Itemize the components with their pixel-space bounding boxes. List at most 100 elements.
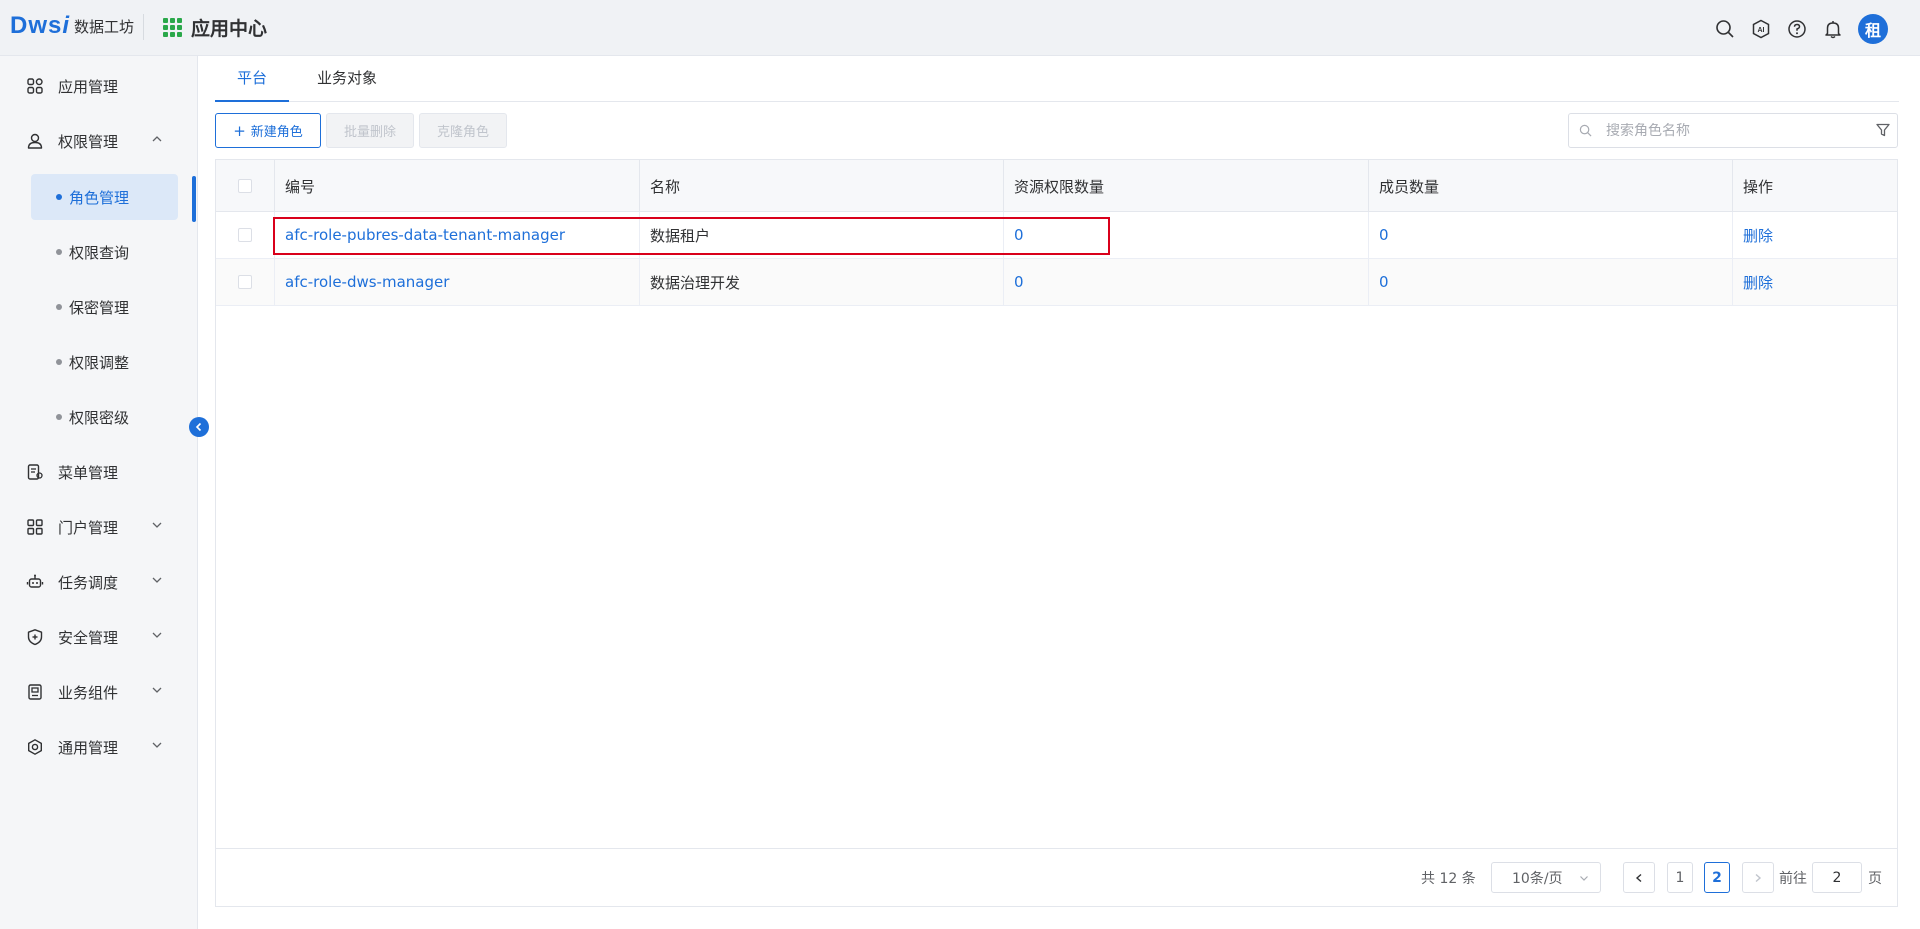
chevron-down-icon xyxy=(152,522,162,528)
sidebar-item-menu-management[interactable]: 菜单管理 xyxy=(0,450,198,494)
row-checkbox[interactable] xyxy=(238,275,252,289)
select-all-checkbox[interactable] xyxy=(238,179,252,193)
sidebar-item-label: 通用管理 xyxy=(58,738,119,757)
sidebar-subitem-role-management[interactable]: 角色管理 xyxy=(31,174,178,220)
row-checkbox-cell xyxy=(216,212,275,258)
search-icon[interactable] xyxy=(1714,18,1736,40)
table-row[interactable]: afc-role-pubres-data-tenant-manager 数据租户… xyxy=(216,212,1897,259)
sidebar-subitem-secrecy-management[interactable]: 保密管理 xyxy=(31,284,178,330)
header-divider xyxy=(143,14,144,40)
user-avatar[interactable]: 租 xyxy=(1858,14,1888,44)
delete-link[interactable]: 删除 xyxy=(1733,259,1897,305)
page-button-2[interactable]: 2 xyxy=(1704,862,1730,893)
sidebar-subitem-permission-adjust[interactable]: 权限调整 xyxy=(31,339,178,385)
new-role-button[interactable]: + 新建角色 xyxy=(215,113,321,148)
prev-page-button[interactable] xyxy=(1623,862,1655,893)
app-grid-icon xyxy=(163,17,183,38)
roles-table: 编号 名称 资源权限数量 成员数量 操作 afc-role-pubres-dat… xyxy=(215,159,1898,907)
help-icon[interactable] xyxy=(1786,18,1808,40)
ai-icon[interactable]: AI xyxy=(1750,18,1772,40)
sidebar-subitem-label: 权限密级 xyxy=(69,408,130,427)
new-role-label: 新建角色 xyxy=(250,125,303,140)
delete-link[interactable]: 删除 xyxy=(1733,212,1897,258)
role-name: 数据治理开发 xyxy=(640,259,1004,305)
member-count-link[interactable]: 0 xyxy=(1369,259,1733,305)
sidebar-item-general-management[interactable]: 通用管理 xyxy=(0,725,198,769)
plus-icon: + xyxy=(233,121,246,140)
pagination: 共 12 条 10条/页 1 2 前往 2 页 xyxy=(216,848,1897,906)
bullet-dot xyxy=(56,304,62,310)
member-count-link[interactable]: 0 xyxy=(1369,212,1733,258)
chevron-down-icon xyxy=(1580,875,1588,881)
column-header-resource-count[interactable]: 资源权限数量 xyxy=(1004,160,1369,212)
page-button-1[interactable]: 1 xyxy=(1667,862,1693,893)
role-name: 数据租户 xyxy=(640,212,1004,258)
table-header: 编号 名称 资源权限数量 成员数量 操作 xyxy=(216,160,1897,212)
filter-icon[interactable] xyxy=(1875,122,1891,138)
sidebar-item-label: 门户管理 xyxy=(58,518,119,537)
sidebar-collapse-button[interactable] xyxy=(189,417,209,437)
chevron-down-icon xyxy=(152,687,162,693)
page-size-select[interactable]: 10条/页 xyxy=(1491,862,1601,893)
sidebar-item-portal-management[interactable]: 门户管理 xyxy=(0,505,198,549)
component-icon xyxy=(28,684,42,700)
search-icon xyxy=(1579,124,1592,137)
select-all-cell xyxy=(216,160,275,212)
tab-platform[interactable]: 平台 xyxy=(215,56,289,102)
bullet-dot xyxy=(56,249,62,255)
tab-business-object[interactable]: 业务对象 xyxy=(311,56,383,102)
goto-page-input[interactable]: 2 xyxy=(1812,862,1862,893)
sidebar-item-label: 任务调度 xyxy=(58,573,119,592)
sidebar-subitem-label: 角色管理 xyxy=(69,188,130,207)
table-row[interactable]: afc-role-dws-manager 数据治理开发 0 0 删除 xyxy=(216,259,1897,306)
apps-icon xyxy=(27,78,43,94)
sidebar-item-task-scheduling[interactable]: 任务调度 xyxy=(0,560,198,604)
portal-icon xyxy=(27,519,43,535)
app-center-title: 应用中心 xyxy=(191,18,268,40)
sidebar-item-label: 应用管理 xyxy=(58,77,119,96)
sidebar-active-indicator xyxy=(192,176,196,222)
row-checkbox-cell xyxy=(216,259,275,305)
next-page-button[interactable] xyxy=(1742,862,1774,893)
svg-text:AI: AI xyxy=(1758,27,1765,34)
logo-mark: Dwsi xyxy=(10,12,71,39)
bell-icon[interactable] xyxy=(1822,18,1844,40)
chevron-down-icon xyxy=(152,632,162,638)
menu-doc-icon xyxy=(27,464,43,480)
chevron-left-icon xyxy=(195,422,202,432)
chevron-right-icon xyxy=(1755,873,1762,882)
sidebar-item-security-management[interactable]: 安全管理 xyxy=(0,615,198,659)
sidebar-subitem-label: 权限调整 xyxy=(69,353,130,372)
resource-count-link[interactable]: 0 xyxy=(1004,259,1369,305)
column-header-name[interactable]: 名称 xyxy=(640,160,1004,212)
sidebar-item-business-components[interactable]: 业务组件 xyxy=(0,670,198,714)
tab-bar: 平台 业务对象 xyxy=(215,56,1899,102)
app-center-button[interactable]: 应用中心 xyxy=(163,14,267,41)
total-count: 共 12 条 xyxy=(1421,870,1476,887)
sidebar: 应用管理 权限管理 角色管理 权限查询 保密管理 权限调整 权限密级 菜单管理 … xyxy=(0,56,198,929)
sidebar-item-label: 菜单管理 xyxy=(58,463,119,482)
batch-delete-button[interactable]: 批量删除 xyxy=(326,113,414,148)
sidebar-item-app-management[interactable]: 应用管理 xyxy=(0,64,198,108)
robot-icon xyxy=(26,574,44,588)
resource-count-link[interactable]: 0 xyxy=(1004,212,1369,258)
sidebar-item-label: 安全管理 xyxy=(58,628,119,647)
column-header-actions: 操作 xyxy=(1743,177,1774,196)
role-search-input[interactable] xyxy=(1606,122,1866,139)
sidebar-item-label: 业务组件 xyxy=(58,683,119,702)
user-permission-icon xyxy=(27,133,43,149)
settings-icon xyxy=(28,739,42,755)
row-checkbox[interactable] xyxy=(238,228,252,242)
role-code-link[interactable]: afc-role-pubres-data-tenant-manager xyxy=(275,212,640,258)
role-search-box xyxy=(1568,113,1898,148)
chevron-up-icon xyxy=(152,136,162,142)
sidebar-subitem-permission-query[interactable]: 权限查询 xyxy=(31,229,178,275)
sidebar-item-permission-management[interactable]: 权限管理 xyxy=(0,119,198,163)
logo[interactable]: Dwsi 数据工坊 xyxy=(10,12,134,40)
role-code-link[interactable]: afc-role-dws-manager xyxy=(275,259,640,305)
column-header-code[interactable]: 编号 xyxy=(275,160,640,212)
sidebar-subitem-permission-level[interactable]: 权限密级 xyxy=(31,394,178,440)
clone-role-button[interactable]: 克隆角色 xyxy=(419,113,507,148)
column-header-member-count[interactable]: 成员数量 xyxy=(1369,160,1733,212)
goto-label: 前往 xyxy=(1779,870,1807,887)
